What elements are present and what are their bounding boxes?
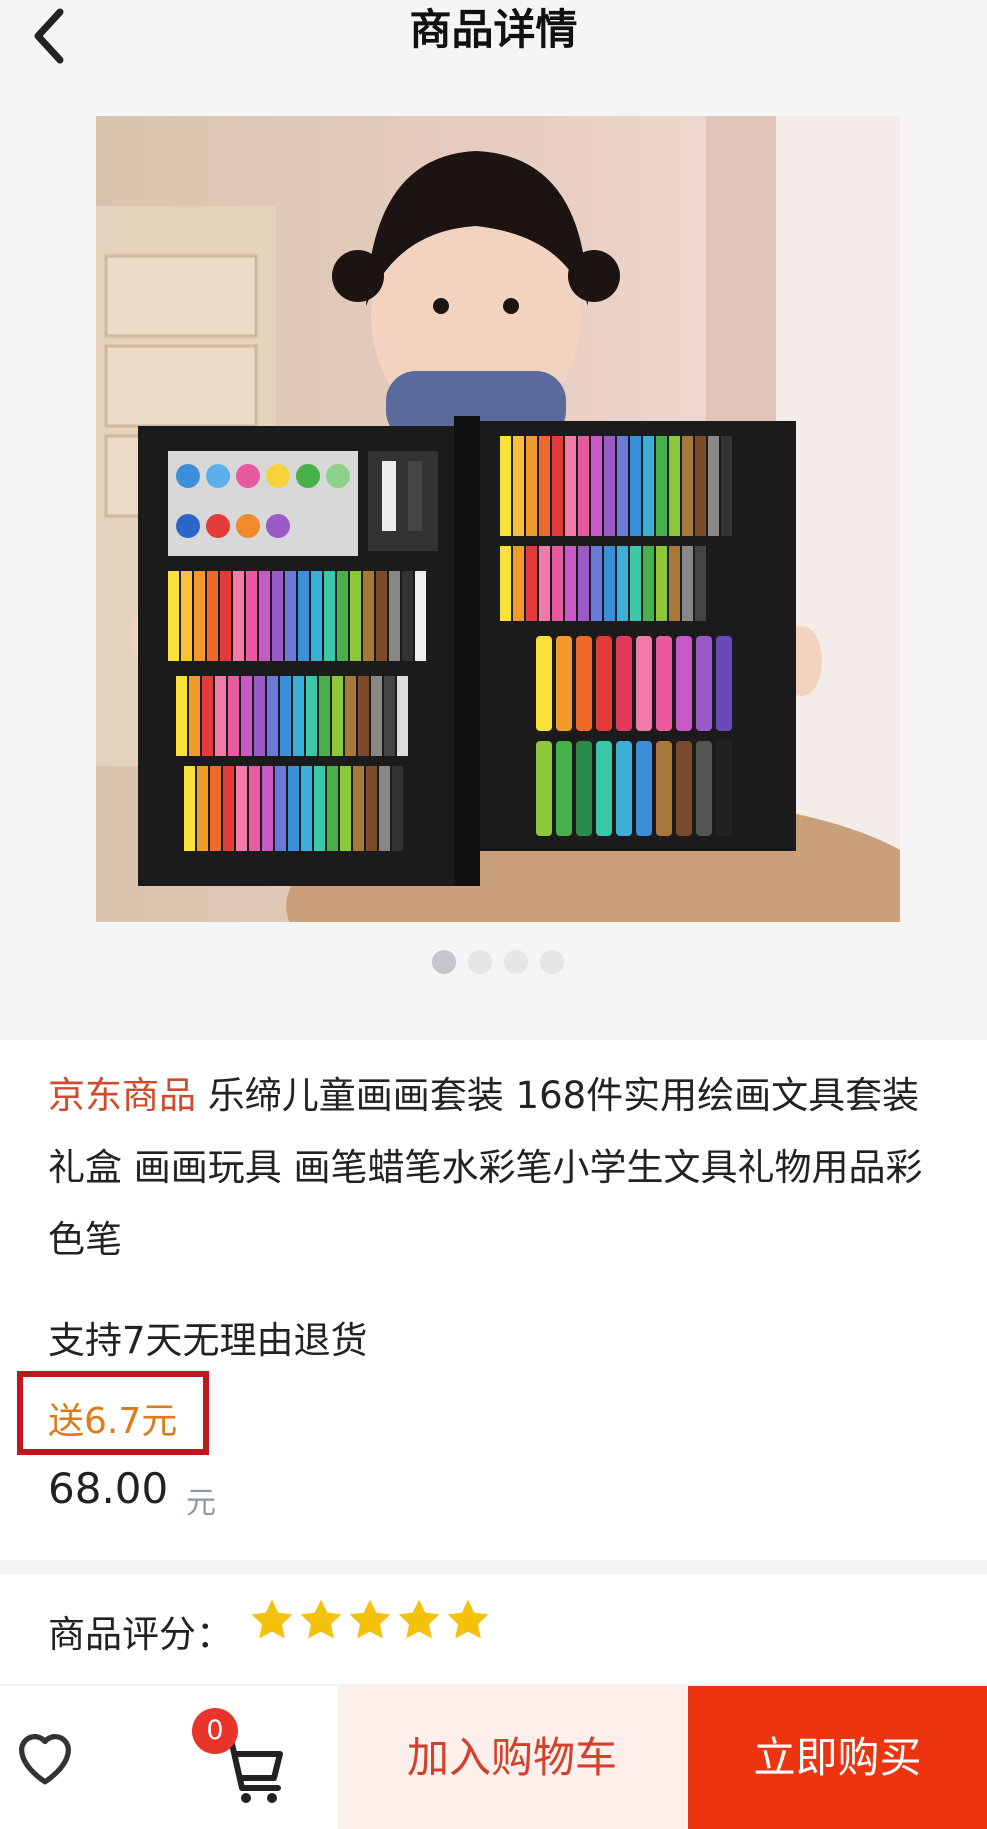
page-title: 商品详情 — [409, 5, 578, 54]
star-icon — [251, 1599, 293, 1639]
pagination-dot[interactable] — [540, 950, 564, 974]
star-icon — [447, 1599, 489, 1639]
cart-count-badge: 0 — [192, 1708, 238, 1754]
product-image-gallery[interactable] — [0, 70, 987, 1040]
product-photo[interactable] — [96, 116, 900, 922]
rating-label: 商品评分： — [48, 1613, 233, 1656]
price-unit: 元 — [186, 1486, 216, 1521]
returns-policy: 支持7天无理由退货 — [48, 1319, 368, 1362]
brand-tag: 京东商品 — [48, 1074, 196, 1117]
gift-label: 送6.7元 — [48, 1401, 178, 1442]
heart-icon — [19, 1734, 71, 1785]
pagination-dot[interactable] — [468, 950, 492, 974]
star-icon — [398, 1599, 440, 1639]
product-info-section: 京东商品 乐缔儿童画画套装 168件实用绘画文具套装礼盒 画画玩具 画笔蜡笔水彩… — [0, 1040, 987, 1560]
star-icon — [349, 1599, 391, 1639]
rating-section: 商品评分： — [0, 1574, 987, 1684]
bottom-action-bar: 0 加入购物车 立即购买 — [0, 1686, 987, 1829]
cart-button[interactable]: 0 — [192, 1708, 288, 1804]
favorite-button[interactable] — [10, 1722, 80, 1792]
product-title: 京东商品 乐缔儿童画画套装 168件实用绘画文具套装礼盒 画画玩具 画笔蜡笔水彩… — [48, 1060, 948, 1276]
buy-now-button[interactable]: 立即购买 — [688, 1686, 987, 1829]
pagination-dot-active[interactable] — [432, 950, 456, 974]
add-to-cart-button[interactable]: 加入购物车 — [338, 1686, 686, 1829]
pagination-dot[interactable] — [504, 950, 528, 974]
price-value: 68.00 — [48, 1464, 169, 1513]
star-icon — [300, 1599, 342, 1639]
top-nav-bar: 商品详情 — [0, 0, 987, 70]
